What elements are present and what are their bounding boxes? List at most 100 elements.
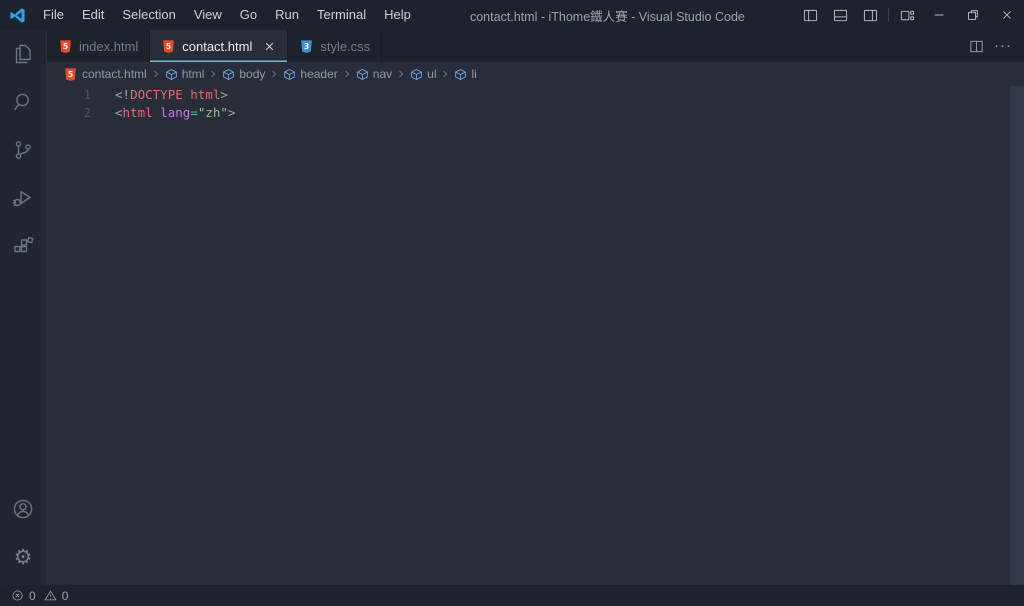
code-token: < bbox=[115, 105, 123, 121]
toggle-secondary-sidebar-button[interactable] bbox=[855, 0, 885, 30]
breadcrumb-item-body[interactable]: body bbox=[221, 67, 266, 81]
toggle-panel-button[interactable] bbox=[825, 0, 855, 30]
code-line-1[interactable]: 1 <!DOCTYPE html> bbox=[47, 86, 1024, 104]
code-token: = bbox=[190, 105, 198, 121]
symbol-element-icon bbox=[410, 68, 423, 81]
line-number[interactable]: 2 bbox=[47, 104, 91, 122]
menu-edit[interactable]: Edit bbox=[73, 0, 113, 30]
workbench: ⚙ 5 index.html 5 contact.html 3 style.css ···… bbox=[0, 30, 1024, 585]
code-token: html bbox=[122, 105, 153, 121]
code-line-text: <!DOCTYPE html> bbox=[91, 86, 228, 104]
code-token: lang bbox=[160, 105, 191, 121]
split-editor-button[interactable] bbox=[969, 39, 984, 54]
tab-label: style.css bbox=[320, 38, 371, 54]
problems-item[interactable]: 0 0 bbox=[8, 585, 71, 606]
html-file-icon: 5 bbox=[58, 39, 73, 54]
symbol-element-icon bbox=[454, 68, 467, 81]
menu-file[interactable]: File bbox=[34, 0, 73, 30]
menu-run[interactable]: Run bbox=[266, 0, 308, 30]
editor-scrollbar[interactable] bbox=[1010, 86, 1024, 585]
breadcrumb-label: ul bbox=[427, 67, 437, 81]
symbol-element-icon bbox=[165, 68, 178, 81]
tab-contact.html[interactable]: 5 contact.html bbox=[150, 30, 289, 62]
svg-text:5: 5 bbox=[68, 70, 73, 79]
vscode-window: File Edit Selection View Go Run Terminal Help c… bbox=[0, 0, 1024, 606]
breadcrumb-item-nav[interactable]: nav bbox=[355, 67, 393, 81]
menu-view[interactable]: View bbox=[185, 0, 231, 30]
code-line-2[interactable]: 2 <html lang="zh"> bbox=[47, 104, 1024, 122]
activity-item-search[interactable] bbox=[0, 78, 46, 126]
window-title: contact.html - iThome鐵人賽 - Visual Studio… bbox=[469, 9, 745, 24]
customize-layout-button[interactable] bbox=[892, 0, 922, 30]
breadcrumb-item-html[interactable]: html bbox=[164, 67, 206, 81]
editor-actions: ··· bbox=[969, 30, 1024, 62]
menu-go[interactable]: Go bbox=[231, 0, 266, 30]
code-lines: 1 <!DOCTYPE html> 2 <html lang="zh"> bbox=[47, 86, 1024, 123]
activity-bar-top bbox=[0, 30, 46, 485]
minimap[interactable] bbox=[932, 86, 1010, 585]
tab-label: index.html bbox=[79, 38, 139, 54]
code-editor[interactable]: 1 <!DOCTYPE html> 2 <html lang="zh"> bbox=[47, 86, 1024, 585]
code-token: "zh" bbox=[197, 105, 228, 121]
close-window-button[interactable] bbox=[990, 0, 1024, 30]
toggle-sidebar-button[interactable] bbox=[795, 0, 825, 30]
titlebar: File Edit Selection View Go Run Terminal Help c… bbox=[0, 0, 1024, 30]
css-file-icon: 3 bbox=[299, 39, 314, 54]
menu-terminal[interactable]: Terminal bbox=[308, 0, 375, 30]
breadcrumb-item-header[interactable]: header bbox=[282, 67, 338, 81]
titlebar-controls bbox=[795, 0, 1024, 30]
code-token: <! bbox=[115, 87, 131, 102]
breadcrumb-label: contact.html bbox=[82, 67, 147, 81]
menu-selection[interactable]: Selection bbox=[113, 0, 184, 30]
chevron-right-icon bbox=[437, 68, 453, 80]
svg-text:3: 3 bbox=[304, 42, 309, 51]
gear-icon: ⚙ bbox=[13, 545, 33, 569]
close-tab-icon[interactable] bbox=[263, 40, 276, 53]
tab-label: contact.html bbox=[182, 38, 253, 54]
chevron-right-icon bbox=[205, 68, 221, 80]
code-token: DOCTYPE html bbox=[130, 87, 221, 102]
chevron-right-icon bbox=[339, 68, 355, 80]
line-number[interactable]: 1 bbox=[47, 86, 91, 104]
symbol-element-icon bbox=[222, 68, 235, 81]
svg-text:5: 5 bbox=[63, 42, 68, 51]
minimize-button[interactable] bbox=[922, 0, 956, 30]
vscode-logo-icon bbox=[0, 0, 34, 30]
tab-style.css[interactable]: 3 style.css bbox=[288, 30, 383, 62]
account-icon bbox=[11, 497, 35, 521]
problems-status[interactable]: 0 0 bbox=[8, 585, 71, 606]
restore-button[interactable] bbox=[956, 0, 990, 30]
activity-item-settings[interactable]: ⚙ bbox=[0, 533, 46, 581]
search-icon bbox=[11, 90, 35, 114]
explorer-icon bbox=[11, 42, 35, 66]
chevron-right-icon bbox=[266, 68, 282, 80]
activity-item-source-control[interactable] bbox=[0, 126, 46, 174]
breadcrumb-item-ul[interactable]: ul bbox=[409, 67, 437, 81]
warning-count: 0 bbox=[61, 588, 69, 603]
activity-item-run-and-debug[interactable] bbox=[0, 174, 46, 222]
symbol-element-icon bbox=[283, 68, 296, 81]
symbol-element-icon bbox=[356, 68, 369, 81]
titlebar-separator bbox=[888, 8, 889, 22]
activity-item-accounts[interactable] bbox=[0, 485, 46, 533]
activity-bar: ⚙ bbox=[0, 30, 47, 585]
svg-text:5: 5 bbox=[166, 42, 171, 51]
activity-item-extensions[interactable] bbox=[0, 222, 46, 270]
breadcrumb-item-li[interactable]: li bbox=[453, 67, 477, 81]
tab-list: 5 index.html 5 contact.html 3 style.css bbox=[47, 30, 383, 62]
menu-help[interactable]: Help bbox=[375, 0, 420, 30]
breadcrumb-label: header bbox=[300, 67, 338, 81]
breadcrumb-label: body bbox=[239, 67, 266, 81]
html-file-icon: 5 bbox=[161, 39, 176, 54]
activity-item-explorer[interactable] bbox=[0, 30, 46, 78]
warning-icon bbox=[44, 589, 57, 602]
tab-index.html[interactable]: 5 index.html bbox=[47, 30, 151, 62]
source-control-icon bbox=[11, 138, 35, 162]
breadcrumbs: 5 contact.html html body header nav ul li bbox=[47, 62, 1024, 86]
html-file-icon: 5 bbox=[63, 67, 78, 82]
breadcrumb-item-contact.html[interactable]: 5 contact.html bbox=[62, 67, 148, 82]
error-icon bbox=[11, 589, 24, 602]
tab-bar: 5 index.html 5 contact.html 3 style.css ··· bbox=[47, 30, 1024, 62]
status-bar: 0 0 bbox=[0, 585, 1024, 606]
editor-group: 5 index.html 5 contact.html 3 style.css ··· 5… bbox=[47, 30, 1024, 585]
